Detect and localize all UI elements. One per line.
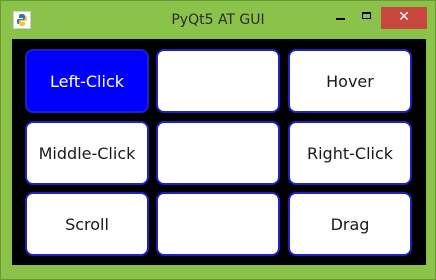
- app-window: PyQt5 AT GUI ✕ Left-Click Hover Middle-C…: [0, 0, 436, 280]
- right-click-button[interactable]: Right-Click: [288, 121, 412, 185]
- maximize-button[interactable]: [353, 7, 383, 29]
- close-button[interactable]: ✕: [381, 7, 427, 29]
- blank-button-bottom[interactable]: [156, 192, 280, 256]
- blank-button-middle[interactable]: [156, 121, 280, 185]
- close-icon: ✕: [398, 9, 410, 25]
- left-click-button[interactable]: Left-Click: [25, 49, 149, 113]
- title-bar[interactable]: PyQt5 AT GUI ✕: [1, 1, 435, 39]
- middle-click-button[interactable]: Middle-Click: [25, 121, 149, 185]
- drag-button[interactable]: Drag: [288, 192, 412, 256]
- scroll-button[interactable]: Scroll: [25, 192, 149, 256]
- maximize-icon: [362, 12, 371, 19]
- minimize-icon: [336, 18, 345, 20]
- hover-button[interactable]: Hover: [288, 49, 412, 113]
- button-grid: Left-Click Hover Middle-Click Right-Clic…: [12, 39, 426, 265]
- blank-button-top[interactable]: [156, 49, 280, 113]
- minimize-button[interactable]: [324, 7, 356, 29]
